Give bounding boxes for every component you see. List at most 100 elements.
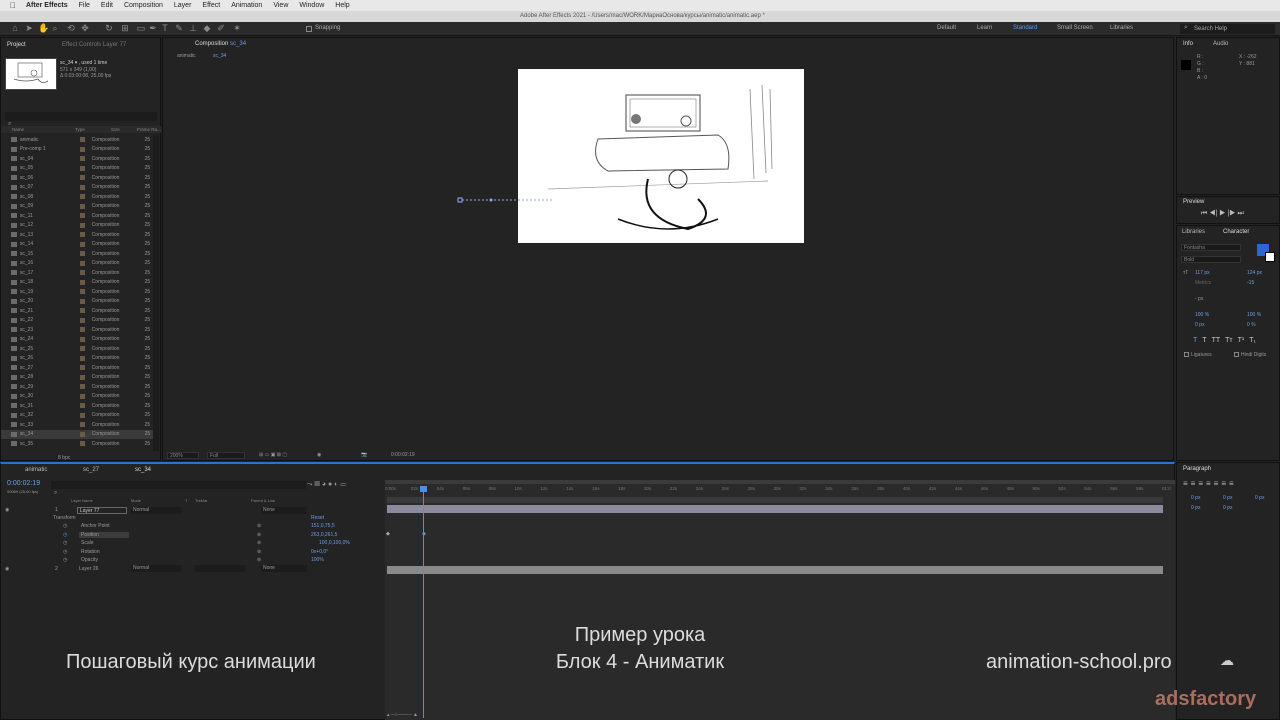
baseline-shift-value[interactable]: 0 px [1195,322,1204,328]
workspace-libraries[interactable]: Libraries [1110,25,1133,31]
project-item[interactable]: sc_11 Composition 25 [1,211,153,221]
project-item[interactable]: sc_19 Composition 25 [1,287,153,297]
col-trkmat[interactable]: TrkMat [195,498,207,503]
paragraph-tab[interactable]: Paragraph [1183,466,1211,472]
composition-tab[interactable]: Composition sc_34 [195,41,246,47]
label-color-swatch[interactable] [80,156,85,162]
faux-bold-button[interactable]: T [1193,337,1197,344]
search-help-input[interactable]: Search Help [1180,24,1275,34]
type-tool-icon[interactable]: T [160,23,170,33]
project-item[interactable]: sc_09 Composition 25 [1,202,153,212]
project-item[interactable]: sc_07 Composition 25 [1,183,153,193]
superscript-button[interactable]: T¹ [1238,337,1245,344]
current-time[interactable]: 0:00:02:19 [7,480,40,487]
project-item[interactable]: sc_23 Composition 25 [1,325,153,335]
menu-animation[interactable]: Animation [231,2,262,9]
alignment-buttons[interactable]: ≡≡≡≡≡≡≡ [1183,479,1237,488]
project-item[interactable]: sc_06 Composition 25 [1,173,153,183]
layer-2-bar[interactable] [387,566,1163,574]
comp-time[interactable]: 0:00:02:19 [391,452,415,458]
layer-row-2[interactable]: ◉ 2 Layer 26 Normal None [1,565,384,574]
label-color-swatch[interactable] [80,422,85,428]
camera-icon[interactable]: ◉ [317,452,321,458]
vertical-scale-value[interactable]: 100 % [1195,312,1209,318]
time-ruler[interactable]: 0:00s 02s 04s 06s 08s 10s 12s 14s 16s 18s 20s 22s 24… [385,486,1175,494]
layer-2-trkmat[interactable] [195,565,245,573]
prop-position[interactable]: ◷ Position ⊚ 263,0,261,5 [1,531,384,540]
link-icon[interactable]: ⊚ [257,532,261,538]
label-color-swatch[interactable] [80,194,85,200]
playback-controls-icon[interactable]: ⏮ ◀| ▶ |▶ ⏭ [1201,210,1244,218]
stroke-color-swatch[interactable] [1265,252,1275,262]
opacity-value[interactable]: 100% [311,557,324,563]
roto-tool-icon[interactable]: ✐ [216,23,226,33]
col-parent[interactable]: Parent & Link [251,498,275,503]
menu-composition[interactable]: Composition [124,2,163,9]
label-color-swatch[interactable] [80,403,85,409]
label-color-swatch[interactable] [80,308,85,314]
label-color-swatch[interactable] [80,355,85,361]
font-family-dropdown[interactable]: Fontasha [1181,244,1241,251]
font-style-dropdown[interactable]: Bold [1181,256,1241,263]
pan-tool-icon[interactable]: ✥ [80,23,90,33]
preview-tab[interactable]: Preview [1183,199,1204,205]
menu-window[interactable]: Window [299,2,324,9]
project-item[interactable]: sc_28 Composition 25 [1,373,153,383]
ligatures-checkbox[interactable] [1184,352,1189,357]
project-item[interactable]: animatic Composition 25 [1,135,153,145]
tracking-value[interactable]: -15 [1247,280,1254,286]
label-color-swatch[interactable] [80,298,85,304]
eye-icon[interactable]: ◉ [5,566,9,572]
label-color-swatch[interactable] [80,336,85,342]
project-item[interactable]: sc_32 Composition 25 [1,411,153,421]
scale-value[interactable]: 100,0,100,0% [319,540,350,546]
stopwatch-icon[interactable]: ◷ [63,532,67,538]
layer-1-name[interactable]: Layer 77 [77,506,127,514]
eraser-tool-icon[interactable]: ◆ [202,23,212,33]
project-item[interactable]: sc_16 Composition 25 [1,259,153,269]
home-icon[interactable]: ⌂ [10,23,20,33]
indent-right[interactable]: 0 px [1223,495,1232,501]
all-caps-button[interactable]: TT [1212,337,1221,344]
menu-edit[interactable]: Edit [101,2,113,9]
indent-left[interactable]: 0 px [1191,495,1200,501]
project-item[interactable]: sc_21 Composition 25 [1,306,153,316]
prop-anchor-point[interactable]: ◷ Anchor Point ⊚ 151,0,75,5 [1,522,384,531]
clone-tool-icon[interactable]: ⊥ [188,23,198,33]
label-color-swatch[interactable] [80,431,85,437]
project-item[interactable]: sc_12 Composition 25 [1,221,153,231]
link-icon[interactable]: ⊚ [257,540,261,546]
label-color-swatch[interactable] [80,270,85,276]
timeline-tracks[interactable]: 0:00s 02s 04s 06s 08s 10s 12s 14s 16s 18s 20s 22s 24… [385,480,1175,720]
project-item[interactable]: sc_04 Composition 25 [1,154,153,164]
workspace-standard[interactable]: Standard [1013,25,1037,31]
project-item[interactable]: sc_15 Composition 25 [1,249,153,259]
stopwatch-icon[interactable]: ◷ [63,549,67,555]
project-item[interactable]: sc_34 Composition 25 [1,429,153,439]
tsume-value[interactable]: 0 % [1247,322,1256,328]
timeline-tab-sc34[interactable]: sc_34 [135,467,151,473]
kerning-value[interactable]: Metrics [1195,280,1211,286]
space-after[interactable]: 0 px [1223,505,1232,511]
project-item[interactable]: sc_14 Composition 25 [1,240,153,250]
eye-icon[interactable]: ◉ [5,507,9,513]
stopwatch-icon[interactable]: ◷ [63,540,67,546]
label-color-swatch[interactable] [80,279,85,285]
project-item[interactable]: sc_35 Composition 25 [1,439,153,449]
project-tab[interactable]: Project [7,42,26,48]
col-name[interactable]: Name [12,127,24,132]
prop-scale[interactable]: ◷ Scale ⊚ 100,0,100,0% [1,539,384,548]
orbit-tool-icon[interactable]: ⟲ [66,23,76,33]
keyframe-icon[interactable]: ◆ [386,531,390,537]
label-color-swatch[interactable] [80,203,85,209]
project-item[interactable]: sc_20 Composition 25 [1,297,153,307]
project-item[interactable]: sc_27 Composition 25 [1,363,153,373]
label-color-swatch[interactable] [80,412,85,418]
layer-2-parent[interactable]: None [261,565,307,573]
col-size[interactable]: Size [111,127,120,132]
label-color-swatch[interactable] [80,222,85,228]
col-layer-name[interactable]: Layer Name [71,498,93,503]
timeline-switches-icon[interactable]: ⤳ ▤ ◕ ● ◐ ▭ [307,481,346,489]
selection-tool-icon[interactable]: ➤ [24,23,34,33]
small-caps-button[interactable]: Tт [1225,337,1232,344]
